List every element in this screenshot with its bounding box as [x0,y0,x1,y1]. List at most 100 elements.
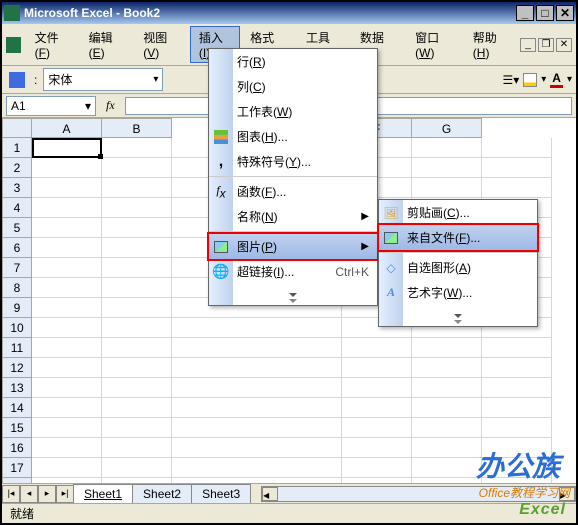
row-header[interactable]: 18 [2,478,32,483]
cell[interactable] [102,158,172,178]
menu-item-剪贴画[interactable]: 🖼剪贴画(C)... [379,200,537,225]
menu-expand-chevron[interactable] [379,305,537,326]
row-header[interactable]: 2 [2,158,32,178]
menu-edit[interactable]: 编辑(E) [81,27,134,62]
cell[interactable] [32,218,102,238]
cell[interactable] [172,338,342,358]
row-header[interactable]: 9 [2,298,32,318]
sheet-nav-last[interactable]: ▸| [56,485,74,503]
cell[interactable] [32,198,102,218]
sheet-tab-1[interactable]: Sheet1 [73,484,133,503]
cell[interactable] [32,258,102,278]
cell[interactable] [32,478,102,483]
menu-item-工作表[interactable]: 工作表(W) [209,99,377,124]
name-box[interactable]: A1 ▾ [6,96,96,116]
cell[interactable] [102,338,172,358]
row-header[interactable]: 1 [2,138,32,158]
sheet-nav-prev[interactable]: ◂ [20,485,38,503]
cell[interactable] [32,338,102,358]
sheet-tab-3[interactable]: Sheet3 [191,484,251,503]
cell[interactable] [172,318,342,338]
menu-item-艺术字[interactable]: A艺术字(W)... [379,280,537,305]
doc-close-button[interactable]: ✕ [556,38,572,52]
dropdown-arrow-icon[interactable]: ▾ [541,74,546,85]
menu-item-自选图形[interactable]: ◇自选图形(A) [379,255,537,280]
cell[interactable] [342,358,412,378]
cell[interactable] [482,378,552,398]
cell[interactable] [102,198,172,218]
cell[interactable] [342,438,412,458]
cell[interactable] [412,178,482,198]
menu-item-行[interactable]: 行(R) [209,49,377,74]
cell[interactable] [342,398,412,418]
col-header-a[interactable]: A [32,118,102,138]
cell[interactable] [102,438,172,458]
cell[interactable] [412,418,482,438]
active-cell-a1[interactable] [32,138,102,158]
row-header[interactable]: 10 [2,318,32,338]
row-header[interactable]: 5 [2,218,32,238]
cell[interactable] [32,278,102,298]
cell[interactable] [102,298,172,318]
cell[interactable] [32,418,102,438]
cell[interactable] [342,478,412,483]
row-header[interactable]: 6 [2,238,32,258]
menu-help[interactable]: 帮助(H) [465,27,518,62]
col-header-g[interactable]: G [412,118,482,138]
cell[interactable] [32,298,102,318]
menu-item-特殊符号[interactable]: ,特殊符号(Y)... [209,149,377,174]
font-dropdown[interactable]: 宋体 ▾ [43,68,163,91]
dropdown-arrow-icon[interactable]: ▾ [567,74,572,85]
row-header[interactable]: 15 [2,418,32,438]
cell[interactable] [102,178,172,198]
doc-restore-button[interactable]: ❐ [538,38,554,52]
cell[interactable] [102,478,172,483]
cell[interactable] [32,438,102,458]
cell[interactable] [172,438,342,458]
row-header[interactable]: 17 [2,458,32,478]
cell[interactable] [102,378,172,398]
cell[interactable] [172,418,342,438]
select-all-corner[interactable] [2,118,32,138]
cell[interactable] [32,238,102,258]
menu-item-列[interactable]: 列(C) [209,74,377,99]
cell[interactable] [482,178,552,198]
cell[interactable] [412,438,482,458]
cell[interactable] [482,358,552,378]
menu-item-图表[interactable]: 图表(H)... [209,124,377,149]
cell[interactable] [172,398,342,418]
menu-item-图片[interactable]: 图片(P)▶ [208,233,378,260]
cell[interactable] [32,398,102,418]
sheet-tab-2[interactable]: Sheet2 [132,484,192,503]
doc-minimize-button[interactable]: _ [520,38,536,52]
menu-expand-chevron[interactable] [209,284,377,305]
fill-color-button[interactable] [523,73,537,87]
cell[interactable] [172,378,342,398]
cell[interactable] [412,478,482,483]
cell[interactable] [32,158,102,178]
row-header[interactable]: 4 [2,198,32,218]
cell[interactable] [412,358,482,378]
menu-item-来自文件[interactable]: 来自文件(F)... [378,224,538,251]
cell[interactable] [102,318,172,338]
cell[interactable] [482,338,552,358]
cell[interactable] [412,398,482,418]
cell[interactable] [342,378,412,398]
minimize-button[interactable]: _ [516,5,534,21]
menu-item-函数[interactable]: fx函数(F)... [209,179,377,204]
cell[interactable] [482,158,552,178]
cell[interactable] [102,418,172,438]
save-button[interactable] [6,69,28,91]
sheet-nav-first[interactable]: |◂ [2,485,20,503]
cell[interactable] [32,458,102,478]
menu-window[interactable]: 窗口(W) [407,27,463,62]
maximize-button[interactable]: □ [536,5,554,21]
toolbar-more-icon[interactable]: ☰▾ [502,73,519,87]
cell[interactable] [172,478,342,483]
cell[interactable] [32,378,102,398]
cell[interactable] [412,138,482,158]
cell[interactable] [102,458,172,478]
fx-icon[interactable]: fx [100,98,121,113]
row-header[interactable]: 14 [2,398,32,418]
menu-file[interactable]: 文件(F) [27,27,79,62]
